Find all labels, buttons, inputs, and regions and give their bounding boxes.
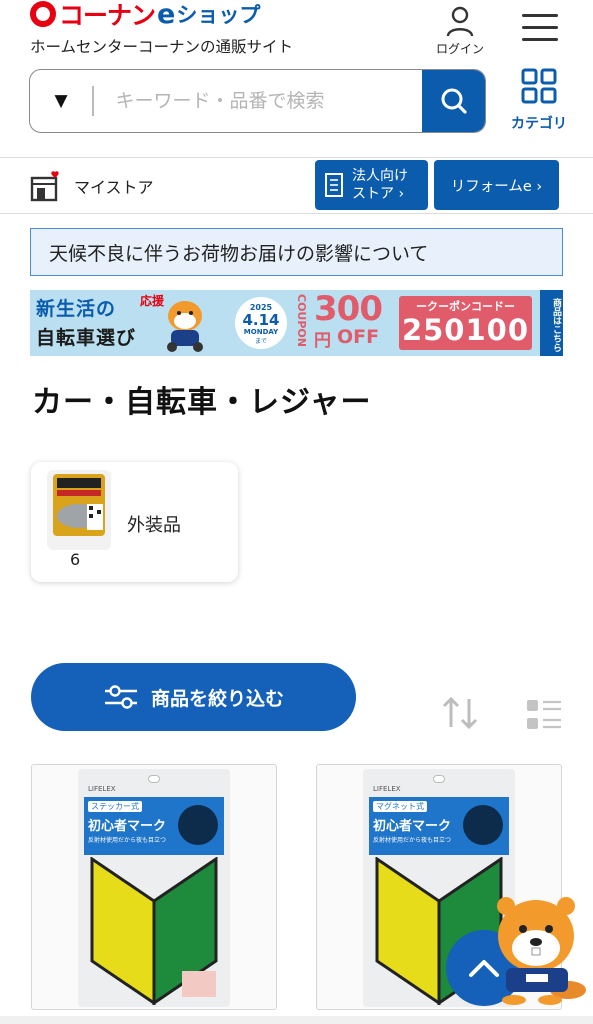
car-cover-thumbnail <box>47 470 111 550</box>
user-icon <box>446 6 474 37</box>
product-name: 初心者マーク <box>88 819 167 834</box>
package-sticker <box>182 971 216 997</box>
filter-button-label: 商品を絞り込む <box>150 687 284 710</box>
site-logo[interactable]: コーナン e ショップ <box>30 0 261 30</box>
banner-until: まで <box>254 338 267 345</box>
bottom-strip <box>0 1016 593 1024</box>
corporate-store-label: 法人向け ストア › <box>352 168 408 202</box>
sliders-icon <box>104 685 137 709</box>
hang-hole <box>433 775 445 783</box>
logo-mark-icon <box>30 1 56 27</box>
mystore-label: マイストア <box>74 178 154 197</box>
mini-mark-icon <box>178 805 218 845</box>
product-sub: 反射材使用だから夜も目立つ <box>88 837 167 844</box>
product-name: 初心者マーク <box>373 819 452 834</box>
category-label: カテゴリ <box>511 116 567 132</box>
building-icon <box>325 173 343 197</box>
store-heart-icon <box>30 171 59 202</box>
banner-coupon-word: COUPON <box>295 294 308 347</box>
banner-amount: 300 <box>314 290 383 329</box>
reform-button[interactable]: リフォームe › <box>434 160 559 210</box>
subcategory-count: 6 <box>70 550 81 569</box>
promo-banner[interactable]: 新生活の 自転車選び 応援 2025 4.14 MONDAY まで COUPON… <box>30 290 563 356</box>
banner-weekday: MONDAY <box>243 328 279 336</box>
product-card[interactable]: LIFELEX ステッカー式 初心者マーク 反射材使用だから夜も目立つ <box>31 764 277 1010</box>
product-type: マグネット式 <box>373 801 427 812</box>
weather-notice-link[interactable]: 天候不良に伴うお荷物お届けの影響について <box>30 228 563 276</box>
logo-shop: ショップ <box>176 3 261 27</box>
product-brand: LIFELEX <box>88 785 116 793</box>
product-sub: 反射材使用だから夜も目立つ <box>373 837 452 844</box>
banner-title-line2: 自転車選び <box>36 327 137 349</box>
search-input[interactable] <box>93 70 422 132</box>
mascot-character-icon[interactable] <box>490 882 588 1006</box>
mini-mark-icon <box>463 805 503 845</box>
page-title: カー・自転車・レジャー <box>32 385 372 420</box>
divider <box>0 213 593 214</box>
banner-yen: 円 <box>314 331 331 351</box>
search-bar: ▼ <box>29 69 486 133</box>
search-category-dropdown[interactable]: ▼ <box>30 70 92 132</box>
banner-code-label: ークーポンコードー <box>416 300 515 313</box>
product-image: LIFELEX ステッカー式 初心者マーク 反射材使用だから夜も目立つ <box>78 769 230 1007</box>
subcategory-card[interactable]: 外装品 6 <box>31 462 238 582</box>
banner-coupon-code-box: ークーポンコードー 250100 <box>399 296 532 350</box>
divider <box>0 157 593 158</box>
site-header: コーナン e ショップ ホームセンターコーナンの通販サイト ログイン <box>0 0 593 58</box>
hamburger-menu-icon[interactable] <box>522 14 558 42</box>
mystore-link[interactable]: マイストア <box>30 167 154 205</box>
package-header: LIFELEX マグネット式 初心者マーク 反射材使用だから夜も目立つ <box>369 785 509 855</box>
banner-date-badge: 2025 4.14 MONDAY まで <box>235 297 287 349</box>
corporate-store-button[interactable]: 法人向け ストア › <box>315 160 428 210</box>
banner-date: 4.14 <box>242 311 280 329</box>
product-type: ステッカー式 <box>88 801 142 812</box>
product-brand: LIFELEX <box>373 785 401 793</box>
site-tagline: ホームセンターコーナンの通販サイト <box>30 38 294 56</box>
category-button[interactable]: カテゴリ <box>505 67 573 133</box>
list-view-icon[interactable] <box>526 698 562 732</box>
sort-icon[interactable] <box>440 695 480 731</box>
search-button[interactable] <box>422 70 485 132</box>
package-header: LIFELEX ステッカー式 初心者マーク 反射材使用だから夜も目立つ <box>84 785 224 855</box>
login-button[interactable]: ログイン <box>430 6 490 57</box>
mascot-icon <box>167 301 203 352</box>
logo-e: e <box>157 0 176 30</box>
banner-off: OFF <box>337 326 380 348</box>
grid-icon <box>521 68 557 104</box>
banner-code: 250100 <box>401 313 530 347</box>
banner-title-line1: 新生活の <box>36 298 117 320</box>
banner-side-link: 商品はこちら <box>540 290 563 356</box>
logo-text: コーナン <box>59 1 156 30</box>
login-label: ログイン <box>435 42 484 56</box>
hang-hole <box>148 775 160 783</box>
subcategory-label: 外装品 <box>127 515 181 536</box>
search-icon <box>441 88 467 114</box>
filter-button[interactable]: 商品を絞り込む <box>31 663 356 731</box>
